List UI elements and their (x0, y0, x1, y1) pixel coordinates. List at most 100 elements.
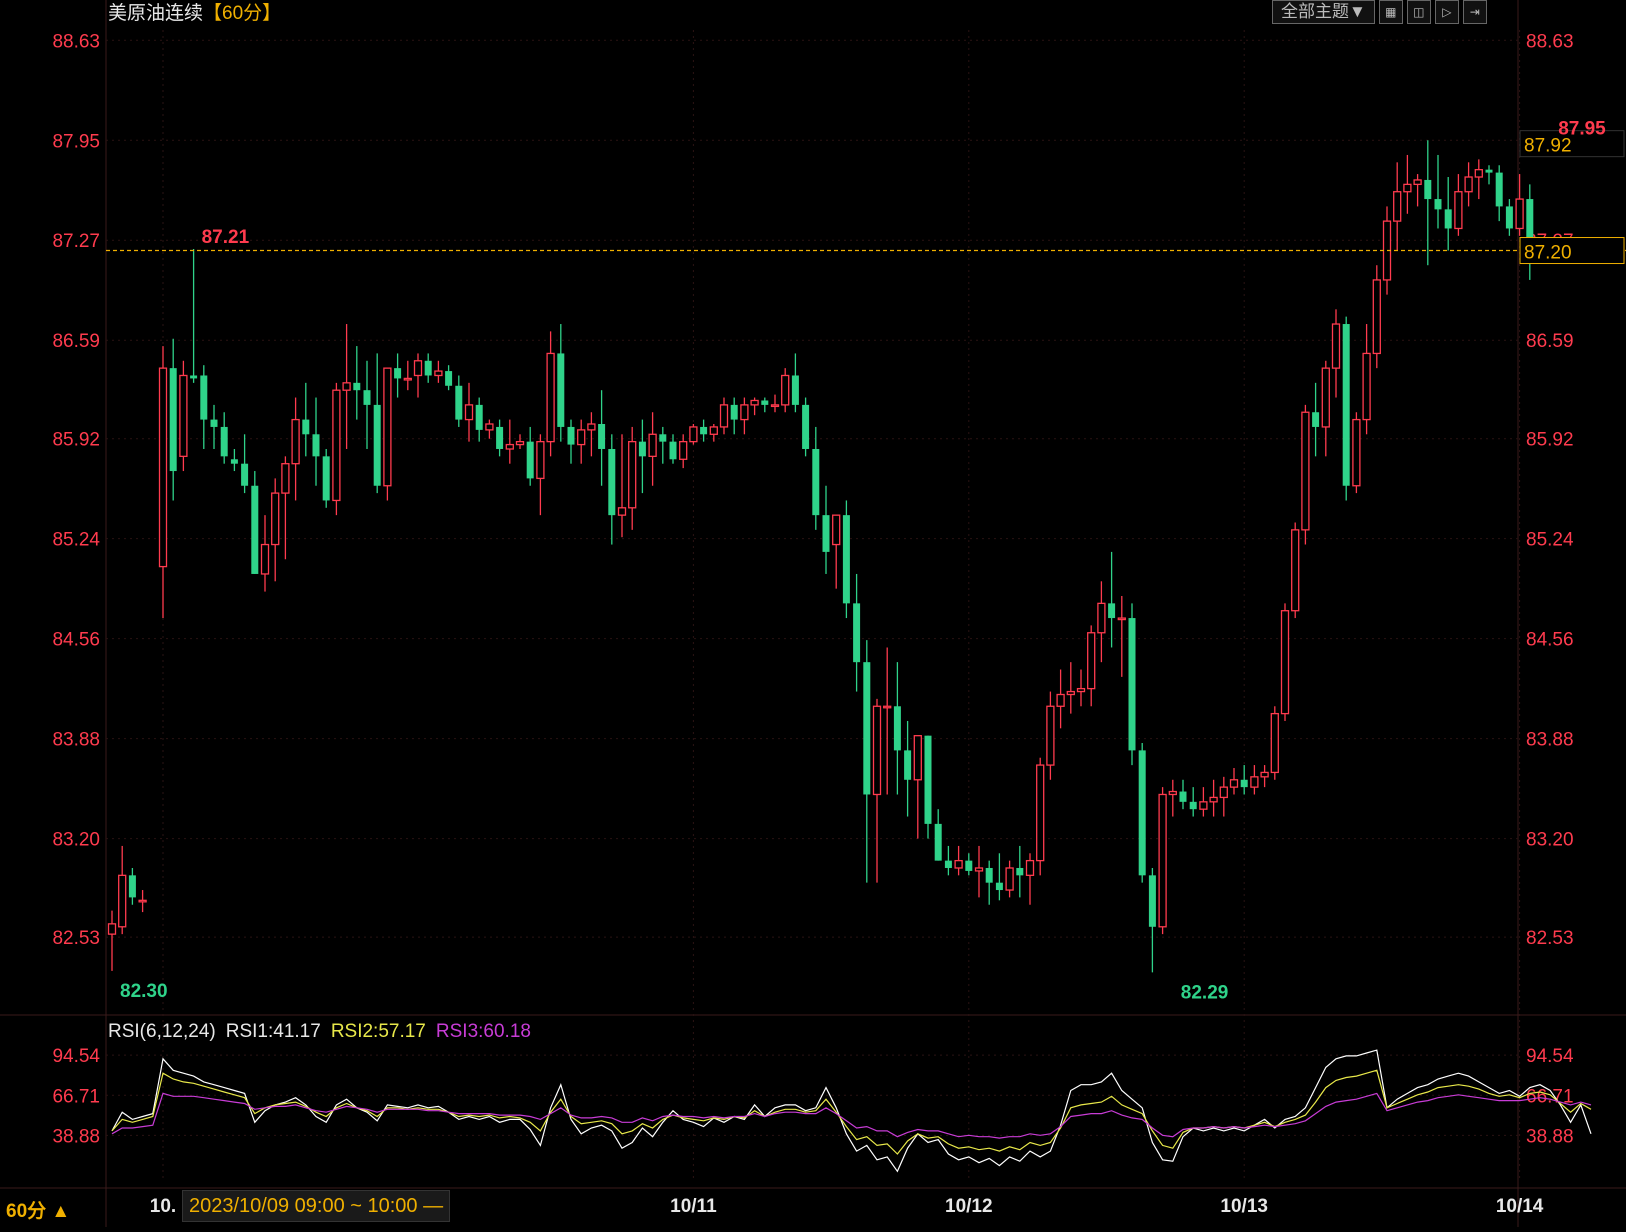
candle-body (179, 374, 188, 457)
candle-body (505, 443, 514, 450)
candle-body (1280, 610, 1290, 715)
rsi-tick-left: 66.71 (52, 1086, 100, 1107)
candle-body (924, 735, 932, 824)
price-tick-left: 88.63 (52, 31, 100, 52)
time-tooltip: 2023/10/09 09:00 ~ 10:00 — (182, 1190, 451, 1222)
candle-body (475, 404, 483, 430)
candle-body (169, 368, 177, 472)
rsi-tick-left: 94.54 (52, 1046, 100, 1067)
candle-body (1138, 750, 1146, 876)
candle-body (608, 448, 616, 516)
candle-body (628, 440, 637, 509)
candle-body (1016, 867, 1024, 876)
candle-body (251, 485, 259, 574)
candle-body (893, 706, 901, 751)
export-icon[interactable]: ⇥ (1462, 0, 1487, 24)
price-tick-right: 84.56 (1526, 630, 1574, 651)
candle-body (1301, 411, 1310, 531)
candle-body (1485, 169, 1493, 173)
candle-body (1454, 191, 1463, 230)
price-tick-left: 87.27 (52, 231, 100, 252)
candle-body (740, 404, 749, 421)
candle-body (1240, 779, 1248, 788)
candle-body (332, 389, 341, 502)
candle-body (995, 882, 1003, 891)
candle-body (669, 441, 677, 460)
x-tick-label: 10. (150, 1196, 176, 1217)
candle-body (1362, 352, 1371, 421)
candle-body (689, 426, 698, 443)
candle-body (1424, 179, 1432, 200)
candle-body (709, 426, 718, 435)
candle-body (1056, 693, 1065, 707)
candle-body (536, 440, 545, 480)
candle-body (679, 440, 688, 460)
toolbar: 全部主题▼ ▦ ◫ ▷ ⇥ (1272, 0, 1487, 24)
candle-body (1403, 183, 1412, 193)
candle-body (1025, 859, 1035, 876)
candle-body (822, 515, 830, 552)
rsi1-legend: RSI1:41.17 (225, 1021, 321, 1042)
candle-body (974, 867, 984, 872)
candle-body (913, 735, 922, 781)
candle-body (1179, 791, 1187, 802)
candle-body (403, 377, 412, 381)
candle-body (158, 367, 168, 568)
price-tick-left: 84.56 (52, 630, 100, 651)
rsi-tick-right: 38.88 (1526, 1126, 1574, 1147)
candle-body (424, 360, 432, 376)
price-tick-left: 85.92 (52, 430, 100, 451)
candle-body (200, 375, 208, 420)
chart-title: 美原油连续【60分】 (108, 0, 281, 28)
candle-body (1199, 801, 1208, 810)
period-indicator[interactable]: 60分 ▲ (6, 1196, 70, 1223)
candle-body (802, 404, 810, 449)
candle-body (363, 390, 371, 405)
price-tick-right: 83.20 (1526, 830, 1574, 851)
candle-body (445, 371, 453, 386)
candle-body (872, 705, 882, 796)
candle-body (353, 382, 361, 391)
candle-body (128, 875, 136, 898)
candle-body (464, 404, 474, 421)
candle-body (1108, 603, 1116, 619)
candle-body (781, 374, 790, 406)
price-tick-right: 85.92 (1526, 430, 1574, 451)
theme-dropdown-button[interactable]: 全部主题▼ (1272, 0, 1375, 24)
lowest-left-label: 82.30 (120, 981, 168, 1002)
candle-body (496, 426, 504, 449)
candle-body (1393, 191, 1402, 222)
layout-icon[interactable]: ◫ (1406, 0, 1431, 24)
candle-body (985, 867, 993, 883)
price-tick-left: 85.24 (52, 530, 100, 551)
play-icon[interactable]: ▷ (1434, 0, 1459, 24)
grid-icon[interactable]: ▦ (1378, 0, 1403, 24)
candle-body (648, 433, 657, 457)
candle-body (598, 424, 606, 449)
candle-body (1148, 875, 1156, 927)
candle-body (1250, 776, 1259, 788)
candle-body (1372, 279, 1381, 355)
candle-body (577, 429, 586, 446)
price-tick-left: 87.95 (52, 131, 100, 152)
candle-body (791, 375, 799, 405)
candle-body (1291, 529, 1300, 612)
candle-body (190, 375, 198, 379)
price-tick-left: 82.53 (52, 928, 100, 949)
lowest-right-label: 82.29 (1181, 982, 1229, 1003)
instrument-name: 美原油连续 (108, 3, 204, 24)
candle-body (1097, 602, 1106, 634)
candle-body (1270, 712, 1279, 774)
x-tick-label: 10/14 (1496, 1196, 1544, 1217)
rsi2-legend: RSI2:57.17 (330, 1021, 426, 1042)
candle-body (1321, 367, 1330, 428)
candle-body (944, 860, 952, 868)
candle-body (904, 750, 912, 780)
candle-body (271, 492, 280, 546)
candle-body (118, 874, 127, 928)
highest-price-label: 87.95 (1558, 118, 1606, 139)
last-price-label: 87.20 (1524, 243, 1572, 264)
candle-body (842, 515, 850, 604)
candle-body (567, 426, 575, 445)
candle-body (322, 456, 330, 501)
